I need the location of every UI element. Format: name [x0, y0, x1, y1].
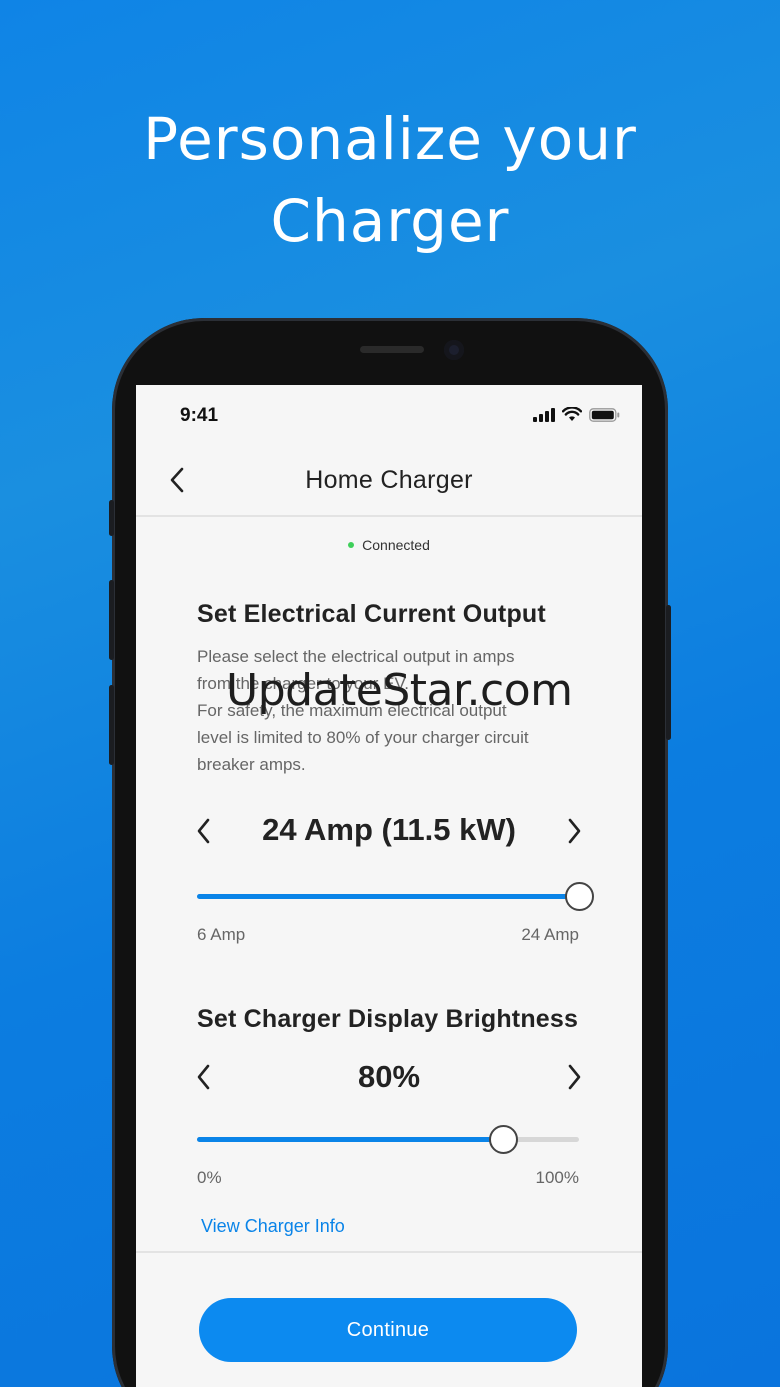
phone-side-button-volume-up [109, 580, 114, 660]
promo-headline: Personalize your Charger [0, 98, 780, 262]
brightness-slider-thumb[interactable] [488, 1125, 518, 1154]
phone-side-button-power [666, 605, 671, 740]
current-output-slider[interactable] [197, 882, 594, 911]
status-time: 9:41 [180, 405, 219, 426]
description-line: For safety, the maximum electrical outpu… [197, 701, 507, 720]
phone-side-button-volume-down [109, 685, 114, 765]
app-screen: 9:41 Home Charger Connected Set Electric… [136, 385, 642, 1387]
current-output-slider-fill [197, 894, 579, 899]
view-charger-info-link[interactable]: View Charger Info [201, 1216, 345, 1237]
connection-status-label: Connected [362, 537, 430, 553]
brightness-title: Set Charger Display Brightness [197, 1005, 579, 1033]
description-line: level is limited to 80% of your charger … [197, 728, 529, 747]
wifi-icon [562, 407, 582, 421]
brightness-slider-fill [197, 1137, 503, 1142]
battery-icon [589, 407, 620, 422]
current-increase-chevron-icon[interactable] [564, 816, 584, 846]
description-line: breaker amps. [197, 755, 306, 774]
status-icons [533, 407, 620, 422]
current-min-label: 6 Amp [197, 925, 246, 944]
phone-camera [444, 340, 464, 360]
cellular-signal-icon [533, 407, 555, 422]
continue-button[interactable]: Continue [199, 1298, 577, 1362]
headline-line-1: Personalize your [143, 105, 637, 173]
phone-side-button-mute [109, 500, 114, 536]
current-output-description: Please select the electrical output in a… [197, 643, 597, 778]
brightness-max-label: 100% [535, 1168, 579, 1187]
connected-dot-icon [348, 542, 355, 549]
description-line: Please select the electrical output in a… [197, 647, 515, 666]
footer-bar: Continue [136, 1251, 642, 1387]
page-title: Home Charger [305, 466, 473, 494]
brightness-min-label: 0% [197, 1168, 222, 1187]
brightness-increase-chevron-icon[interactable] [564, 1062, 584, 1092]
current-output-title: Set Electrical Current Output [197, 600, 546, 628]
current-max-label: 24 Amp [521, 925, 579, 944]
current-output-slider-thumb[interactable] [565, 882, 594, 911]
brightness-slider[interactable] [197, 1125, 579, 1154]
phone-speaker [360, 346, 424, 353]
headline-line-2: Charger [270, 187, 510, 255]
connection-status: Connected [136, 537, 642, 553]
description-line: from the charger to your EV. [197, 674, 409, 693]
nav-bar: Home Charger [136, 445, 642, 517]
